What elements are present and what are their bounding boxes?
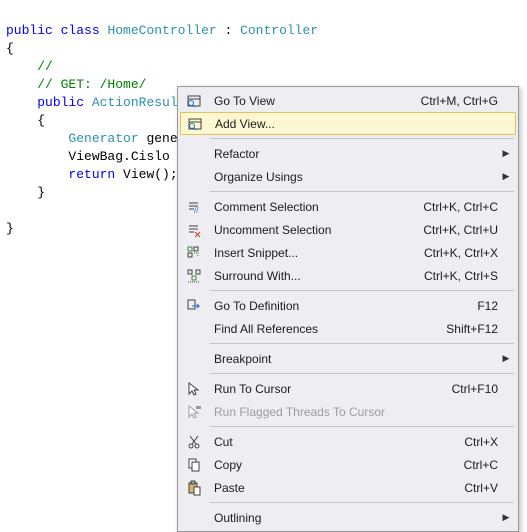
comment: // GET: /Home/: [37, 77, 146, 92]
keyword: class: [61, 23, 100, 38]
surround-icon: [180, 264, 208, 287]
menu-item-cut[interactable]: CutCtrl+X: [180, 430, 516, 453]
menu-item-label: Go To View: [208, 94, 421, 108]
menu-item-add-view[interactable]: Add View...: [180, 112, 516, 135]
submenu-arrow-icon: ▶: [500, 512, 516, 523]
menu-item-shortcut: Ctrl+V: [464, 481, 516, 495]
menu-item-run-to-cursor[interactable]: Run To CursorCtrl+F10: [180, 377, 516, 400]
brace: }: [6, 221, 14, 236]
menu-item-label: Copy: [208, 458, 464, 472]
blank-icon: [180, 506, 208, 529]
menu-item-label: Refactor: [208, 147, 500, 161]
blank-icon: [180, 347, 208, 370]
blank-icon: [180, 165, 208, 188]
menu-item-shortcut: Ctrl+X: [464, 435, 516, 449]
svg-text://: //: [194, 206, 199, 215]
type: Generator: [68, 131, 138, 146]
copy-icon: [180, 453, 208, 476]
menu-item-refactor[interactable]: Refactor▶: [180, 142, 516, 165]
menu-item-find-all-references[interactable]: Find All ReferencesShift+F12: [180, 317, 516, 340]
menu-item-breakpoint[interactable]: Breakpoint▶: [180, 347, 516, 370]
keyword: public: [37, 95, 84, 110]
addview-icon: [181, 113, 209, 134]
menu-item-label: Comment Selection: [208, 200, 423, 214]
type: ActionResult: [92, 95, 186, 110]
uncomment-icon: [180, 218, 208, 241]
menu-item-go-to-view[interactable]: Go To ViewCtrl+M, Ctrl+G: [180, 89, 516, 112]
menu-item-shortcut: F12: [477, 299, 516, 313]
blank-icon: [180, 317, 208, 340]
menu-item-shortcut: Ctrl+K, Ctrl+X: [424, 246, 516, 260]
brace: {: [37, 113, 45, 128]
menu-separator: [210, 343, 514, 344]
menu-item-shortcut: Shift+F12: [446, 322, 516, 336]
menu-item-label: Add View...: [209, 117, 497, 131]
menu-separator: [210, 191, 514, 192]
menu-item-label: Cut: [208, 435, 464, 449]
text: ViewBag.Cislo =: [68, 149, 193, 164]
context-menu: Go To ViewCtrl+M, Ctrl+G Add View... Refac…: [177, 86, 519, 532]
menu-item-label: Insert Snippet...: [208, 246, 424, 260]
menu-item-comment-selection[interactable]: // Comment SelectionCtrl+K, Ctrl+C: [180, 195, 516, 218]
menu-item-copy[interactable]: CopyCtrl+C: [180, 453, 516, 476]
keyword: public: [6, 23, 53, 38]
keyword: return: [68, 167, 115, 182]
menu-item-insert-snippet[interactable]: Insert Snippet...Ctrl+K, Ctrl+X: [180, 241, 516, 264]
comment-icon: //: [180, 195, 208, 218]
menu-item-shortcut: Ctrl+K, Ctrl+C: [423, 200, 516, 214]
flagcursor-icon: [180, 400, 208, 423]
text: View();: [115, 167, 177, 182]
paste-icon: [180, 476, 208, 499]
menu-item-paste[interactable]: PasteCtrl+V: [180, 476, 516, 499]
type: Controller: [240, 23, 318, 38]
type: HomeController: [107, 23, 216, 38]
cursor-icon: [180, 377, 208, 400]
menu-item-shortcut: Ctrl+K, Ctrl+S: [424, 269, 516, 283]
menu-item-surround-with[interactable]: Surround With...Ctrl+K, Ctrl+S: [180, 264, 516, 287]
menu-item-shortcut: Ctrl+C: [464, 458, 516, 472]
menu-item-outlining[interactable]: Outlining▶: [180, 506, 516, 529]
snippet-icon: [180, 241, 208, 264]
menu-item-go-to-definition[interactable]: Go To DefinitionF12: [180, 294, 516, 317]
blank-icon: [180, 142, 208, 165]
comment: //: [37, 59, 53, 74]
text: :: [217, 23, 240, 38]
menu-item-label: Outlining: [208, 511, 500, 525]
menu-item-label: Surround With...: [208, 269, 424, 283]
menu-separator: [210, 373, 514, 374]
view-icon: [180, 89, 208, 112]
cut-icon: [180, 430, 208, 453]
brace: }: [37, 185, 45, 200]
brace: {: [6, 41, 14, 56]
menu-separator: [210, 290, 514, 291]
menu-item-label: Run To Cursor: [208, 382, 452, 396]
menu-item-label: Organize Usings: [208, 170, 500, 184]
goto-icon: [180, 294, 208, 317]
menu-separator: [210, 426, 514, 427]
menu-item-uncomment-selection[interactable]: Uncomment SelectionCtrl+K, Ctrl+U: [180, 218, 516, 241]
menu-item-label: Run Flagged Threads To Cursor: [208, 405, 498, 419]
menu-separator: [210, 138, 514, 139]
menu-item-label: Breakpoint: [208, 352, 500, 366]
menu-item-label: Go To Definition: [208, 299, 477, 313]
menu-item-shortcut: Ctrl+K, Ctrl+U: [423, 223, 516, 237]
menu-item-shortcut: Ctrl+M, Ctrl+G: [421, 94, 516, 108]
menu-item-label: Uncomment Selection: [208, 223, 423, 237]
submenu-arrow-icon: ▶: [500, 353, 516, 364]
submenu-arrow-icon: ▶: [500, 171, 516, 182]
menu-item-run-flagged-threads-to-cursor: Run Flagged Threads To Cursor: [180, 400, 516, 423]
menu-item-organize-usings[interactable]: Organize Usings▶: [180, 165, 516, 188]
menu-item-label: Paste: [208, 481, 464, 495]
menu-item-label: Find All References: [208, 322, 446, 336]
menu-item-shortcut: Ctrl+F10: [452, 382, 516, 396]
submenu-arrow-icon: ▶: [500, 148, 516, 159]
menu-separator: [210, 502, 514, 503]
